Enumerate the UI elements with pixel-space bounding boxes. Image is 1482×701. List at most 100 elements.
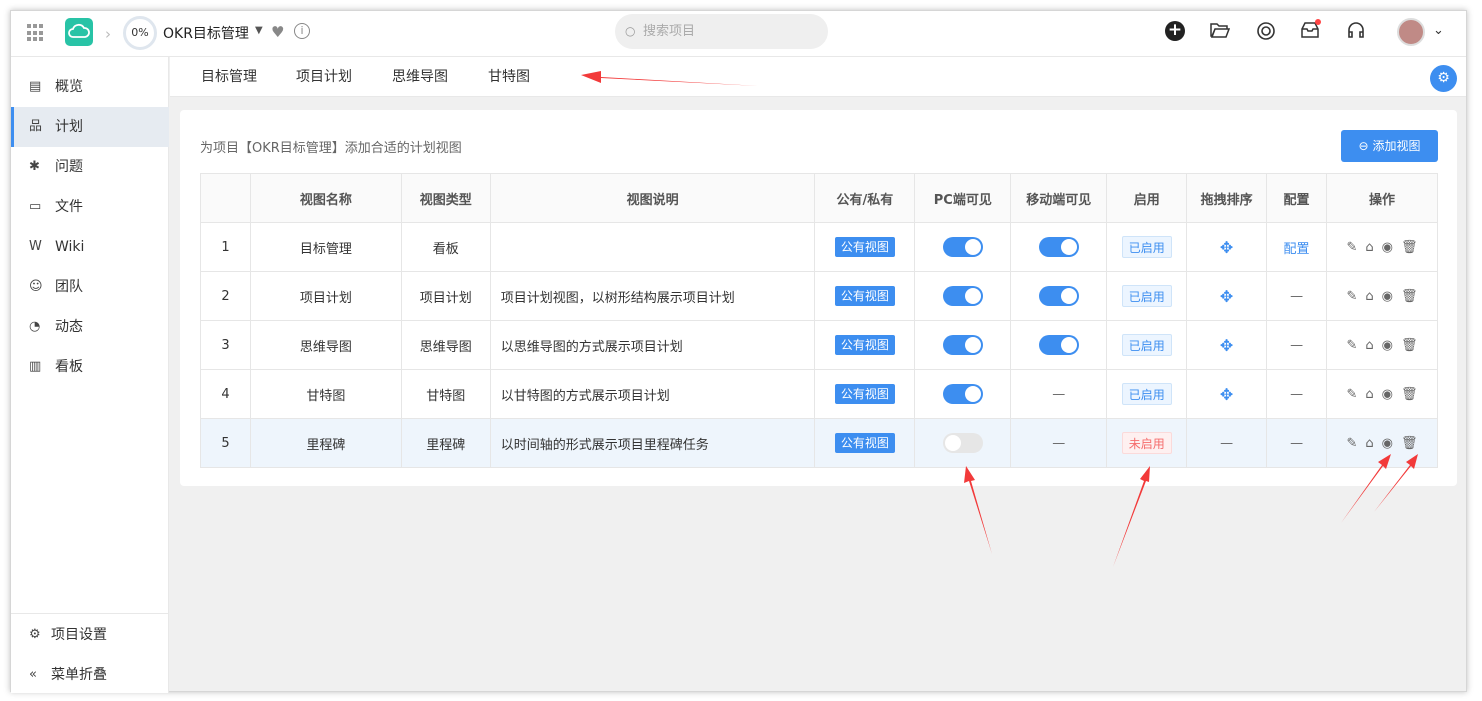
row-type: 里程碑	[400, 418, 491, 468]
row-desc: 项目计划视图，以树形结构展示项目计划	[489, 271, 816, 321]
chevron-down-icon[interactable]: ⌄	[1433, 23, 1444, 38]
add-view-button[interactable]: ⊖ 添加视图	[1341, 130, 1438, 162]
tab-mind-map[interactable]: 思维导图	[392, 57, 448, 97]
status-badge[interactable]: 已启用	[1121, 383, 1172, 405]
edit-icon[interactable]: ✎	[1347, 240, 1358, 255]
trash-icon[interactable]: 🗑	[1401, 240, 1418, 255]
headset-icon[interactable]	[1345, 21, 1367, 43]
row-desc: 以思维导图的方式展示项目计划	[489, 320, 816, 370]
drag-move-icon[interactable]: ✥	[1220, 287, 1233, 306]
app-window: › 0% OKR目标管理 ▼ ♥ i ○ 搜索项目 + ⌄ ▤ 概览 品 计划 …	[10, 10, 1467, 695]
row-config-cell: 配置	[1266, 222, 1328, 272]
mobile-visible-empty: —	[1052, 435, 1066, 451]
heart-icon[interactable]: ♥	[271, 23, 284, 41]
folder-icon: ▭	[29, 199, 42, 214]
trash-icon[interactable]: 🗑	[1401, 387, 1418, 402]
trash-icon[interactable]: 🗑	[1401, 338, 1418, 353]
row-actions: ✎ ⌂ ◉ 🗑	[1326, 271, 1438, 321]
sidebar-item-plan[interactable]: 品 计划	[11, 107, 169, 147]
settings-gear-button[interactable]: ⚙	[1430, 65, 1457, 92]
app-grid-icon[interactable]	[27, 24, 45, 42]
row-index: 4	[200, 369, 251, 419]
sidebar-item-activity[interactable]: ◔ 动态	[11, 307, 169, 347]
row-desc: 以甘特图的方式展示项目计划	[489, 369, 816, 419]
pc-visible-toggle[interactable]	[942, 237, 983, 257]
search-placeholder: 搜索项目	[643, 24, 696, 39]
mobile-visible-toggle[interactable]	[1038, 237, 1079, 257]
edit-icon[interactable]: ✎	[1347, 338, 1358, 353]
status-badge[interactable]: 已启用	[1121, 334, 1172, 356]
pc-visible-toggle[interactable]	[942, 335, 983, 355]
toggle-icon[interactable]: ◉	[1382, 289, 1393, 304]
edit-icon[interactable]: ✎	[1347, 387, 1358, 402]
lock-icon[interactable]: ⌂	[1365, 387, 1373, 402]
sidebar-item-project-settings[interactable]: ⚙ 项目设置	[11, 615, 169, 655]
activity-icon: ◔	[29, 319, 41, 334]
row-name: 思维导图	[249, 320, 402, 370]
sidebar-item-wiki[interactable]: W Wiki	[11, 227, 169, 267]
toggle-icon[interactable]: ◉	[1382, 436, 1393, 451]
sidebar-item-label: 团队	[55, 279, 83, 295]
toggle-icon[interactable]: ◉	[1382, 338, 1393, 353]
trash-icon[interactable]: 🗑	[1401, 289, 1418, 304]
status-badge[interactable]: 已启用	[1121, 236, 1172, 258]
drag-move-icon[interactable]: ✥	[1220, 238, 1233, 257]
col-config: 配置	[1266, 173, 1328, 223]
add-icon[interactable]: +	[1165, 21, 1185, 41]
sidebar-item-label: 文件	[55, 199, 83, 215]
toggle-icon[interactable]: ◉	[1382, 387, 1393, 402]
pc-visible-toggle[interactable]	[942, 286, 983, 306]
sidebar-item-files[interactable]: ▭ 文件	[11, 187, 169, 227]
mobile-visible-toggle[interactable]	[1038, 286, 1079, 306]
project-title[interactable]: OKR目标管理	[163, 23, 249, 43]
col-visibility: 公有/私有	[814, 173, 916, 223]
mobile-visible-toggle[interactable]	[1038, 335, 1079, 355]
sidebar-item-issues[interactable]: ✱ 问题	[11, 147, 169, 187]
config-empty: —	[1290, 386, 1304, 402]
drag-move-icon[interactable]: ✥	[1220, 385, 1233, 404]
row-mobile-cell	[1010, 320, 1108, 370]
row-pc-cell	[914, 320, 1012, 370]
row-status-cell: 已启用	[1106, 320, 1188, 370]
row-index: 2	[200, 271, 251, 321]
drag-move-icon[interactable]: ✥	[1220, 336, 1233, 355]
row-mobile-cell	[1010, 222, 1108, 272]
col-index	[200, 173, 251, 223]
caret-down-icon[interactable]: ▼	[255, 25, 263, 36]
lifebuoy-icon[interactable]	[1255, 21, 1277, 43]
row-visibility-cell: 公有视图	[814, 271, 916, 321]
edit-icon[interactable]: ✎	[1347, 289, 1358, 304]
user-avatar[interactable]	[1397, 18, 1425, 46]
sidebar-item-overview[interactable]: ▤ 概览	[11, 67, 169, 107]
notification-dot	[1315, 19, 1321, 25]
edit-icon[interactable]: ✎	[1347, 436, 1358, 451]
sidebar-item-team[interactable]: ☺ 团队	[11, 267, 169, 307]
lock-icon[interactable]: ⌂	[1365, 436, 1373, 451]
status-badge[interactable]: 未启用	[1121, 432, 1172, 454]
row-type: 看板	[400, 222, 491, 272]
trash-icon[interactable]: 🗑	[1401, 436, 1418, 451]
row-mobile-cell: —	[1010, 418, 1108, 468]
pc-visible-toggle[interactable]	[942, 433, 983, 453]
inbox-icon[interactable]	[1299, 19, 1321, 43]
folder-open-icon[interactable]	[1209, 21, 1231, 43]
tab-gantt[interactable]: 甘特图	[488, 57, 530, 97]
cloud-logo-icon[interactable]	[65, 18, 93, 46]
tab-goal-management[interactable]: 目标管理	[201, 57, 257, 97]
card-description: 为项目【OKR目标管理】添加合适的计划视图	[200, 141, 462, 156]
tab-project-plan[interactable]: 项目计划	[296, 57, 352, 97]
lock-icon[interactable]: ⌂	[1365, 240, 1373, 255]
lock-icon[interactable]: ⌂	[1365, 289, 1373, 304]
visibility-badge: 公有视图	[834, 237, 895, 257]
chevron-right-icon: ›	[105, 25, 111, 43]
lock-icon[interactable]: ⌂	[1365, 338, 1373, 353]
col-actions: 操作	[1326, 173, 1438, 223]
status-badge[interactable]: 已启用	[1121, 285, 1172, 307]
info-icon[interactable]: i	[294, 23, 310, 39]
sidebar-item-board[interactable]: ▥ 看板	[11, 347, 169, 387]
config-link[interactable]: 配置	[1284, 242, 1310, 257]
search-input[interactable]: ○ 搜索项目	[615, 14, 828, 49]
pc-visible-toggle[interactable]	[942, 384, 983, 404]
toggle-icon[interactable]: ◉	[1382, 240, 1393, 255]
sidebar-item-collapse[interactable]: « 菜单折叠	[11, 655, 169, 695]
